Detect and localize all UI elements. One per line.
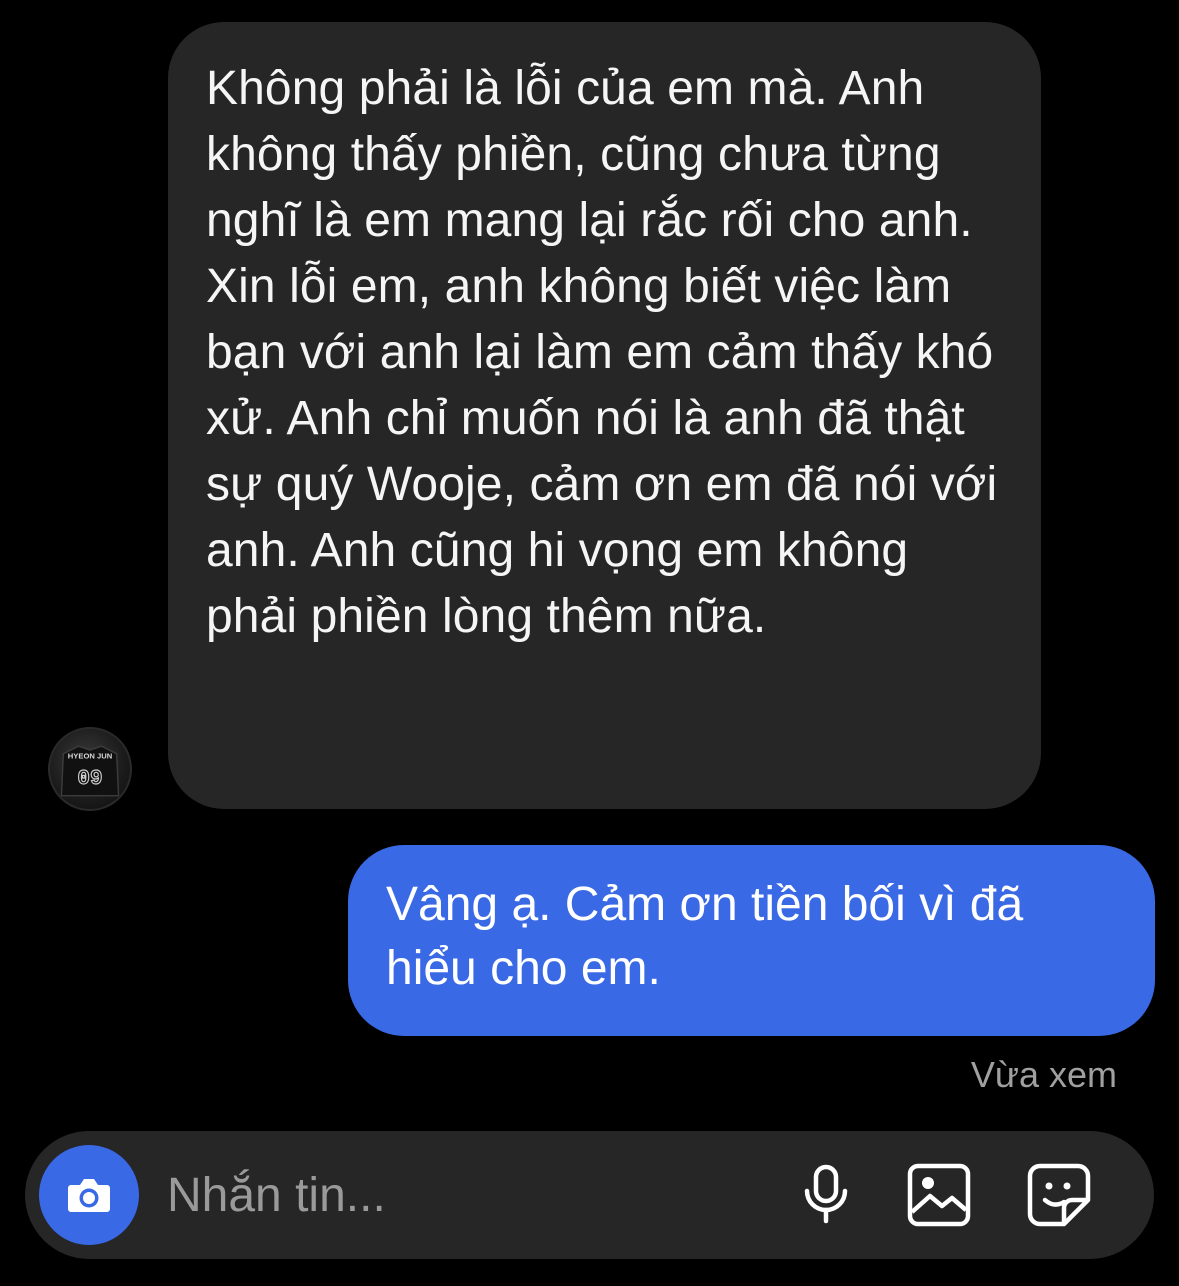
sticker-button[interactable]: [1023, 1159, 1095, 1231]
image-icon: [907, 1163, 971, 1227]
microphone-button[interactable]: [790, 1159, 862, 1231]
message-composer: [25, 1131, 1154, 1259]
microphone-icon: [804, 1164, 848, 1224]
sticker-icon: [1027, 1163, 1091, 1227]
sent-message-bubble[interactable]: Vâng ạ. Cảm ơn tiền bối vì đã hiểu cho e…: [348, 845, 1155, 1036]
jersey-name: HYEON JUN: [68, 752, 112, 761]
avatar-image: HYEON JUN 09: [60, 745, 120, 797]
sender-avatar[interactable]: HYEON JUN 09: [48, 727, 132, 811]
seen-status: Vừa xem: [970, 1054, 1117, 1095]
sent-message-text: Vâng ạ. Cảm ơn tiền bối vì đã hiểu cho e…: [386, 878, 1024, 995]
received-message-text: Không phải là lỗi của em mà. Anh không t…: [206, 62, 998, 643]
gallery-button[interactable]: [903, 1159, 975, 1231]
camera-button[interactable]: [39, 1145, 139, 1245]
message-input[interactable]: [167, 1161, 767, 1229]
jersey-number: 09: [77, 768, 102, 791]
received-message-bubble[interactable]: Không phải là lỗi của em mà. Anh không t…: [168, 22, 1041, 809]
camera-icon: [68, 1179, 110, 1212]
